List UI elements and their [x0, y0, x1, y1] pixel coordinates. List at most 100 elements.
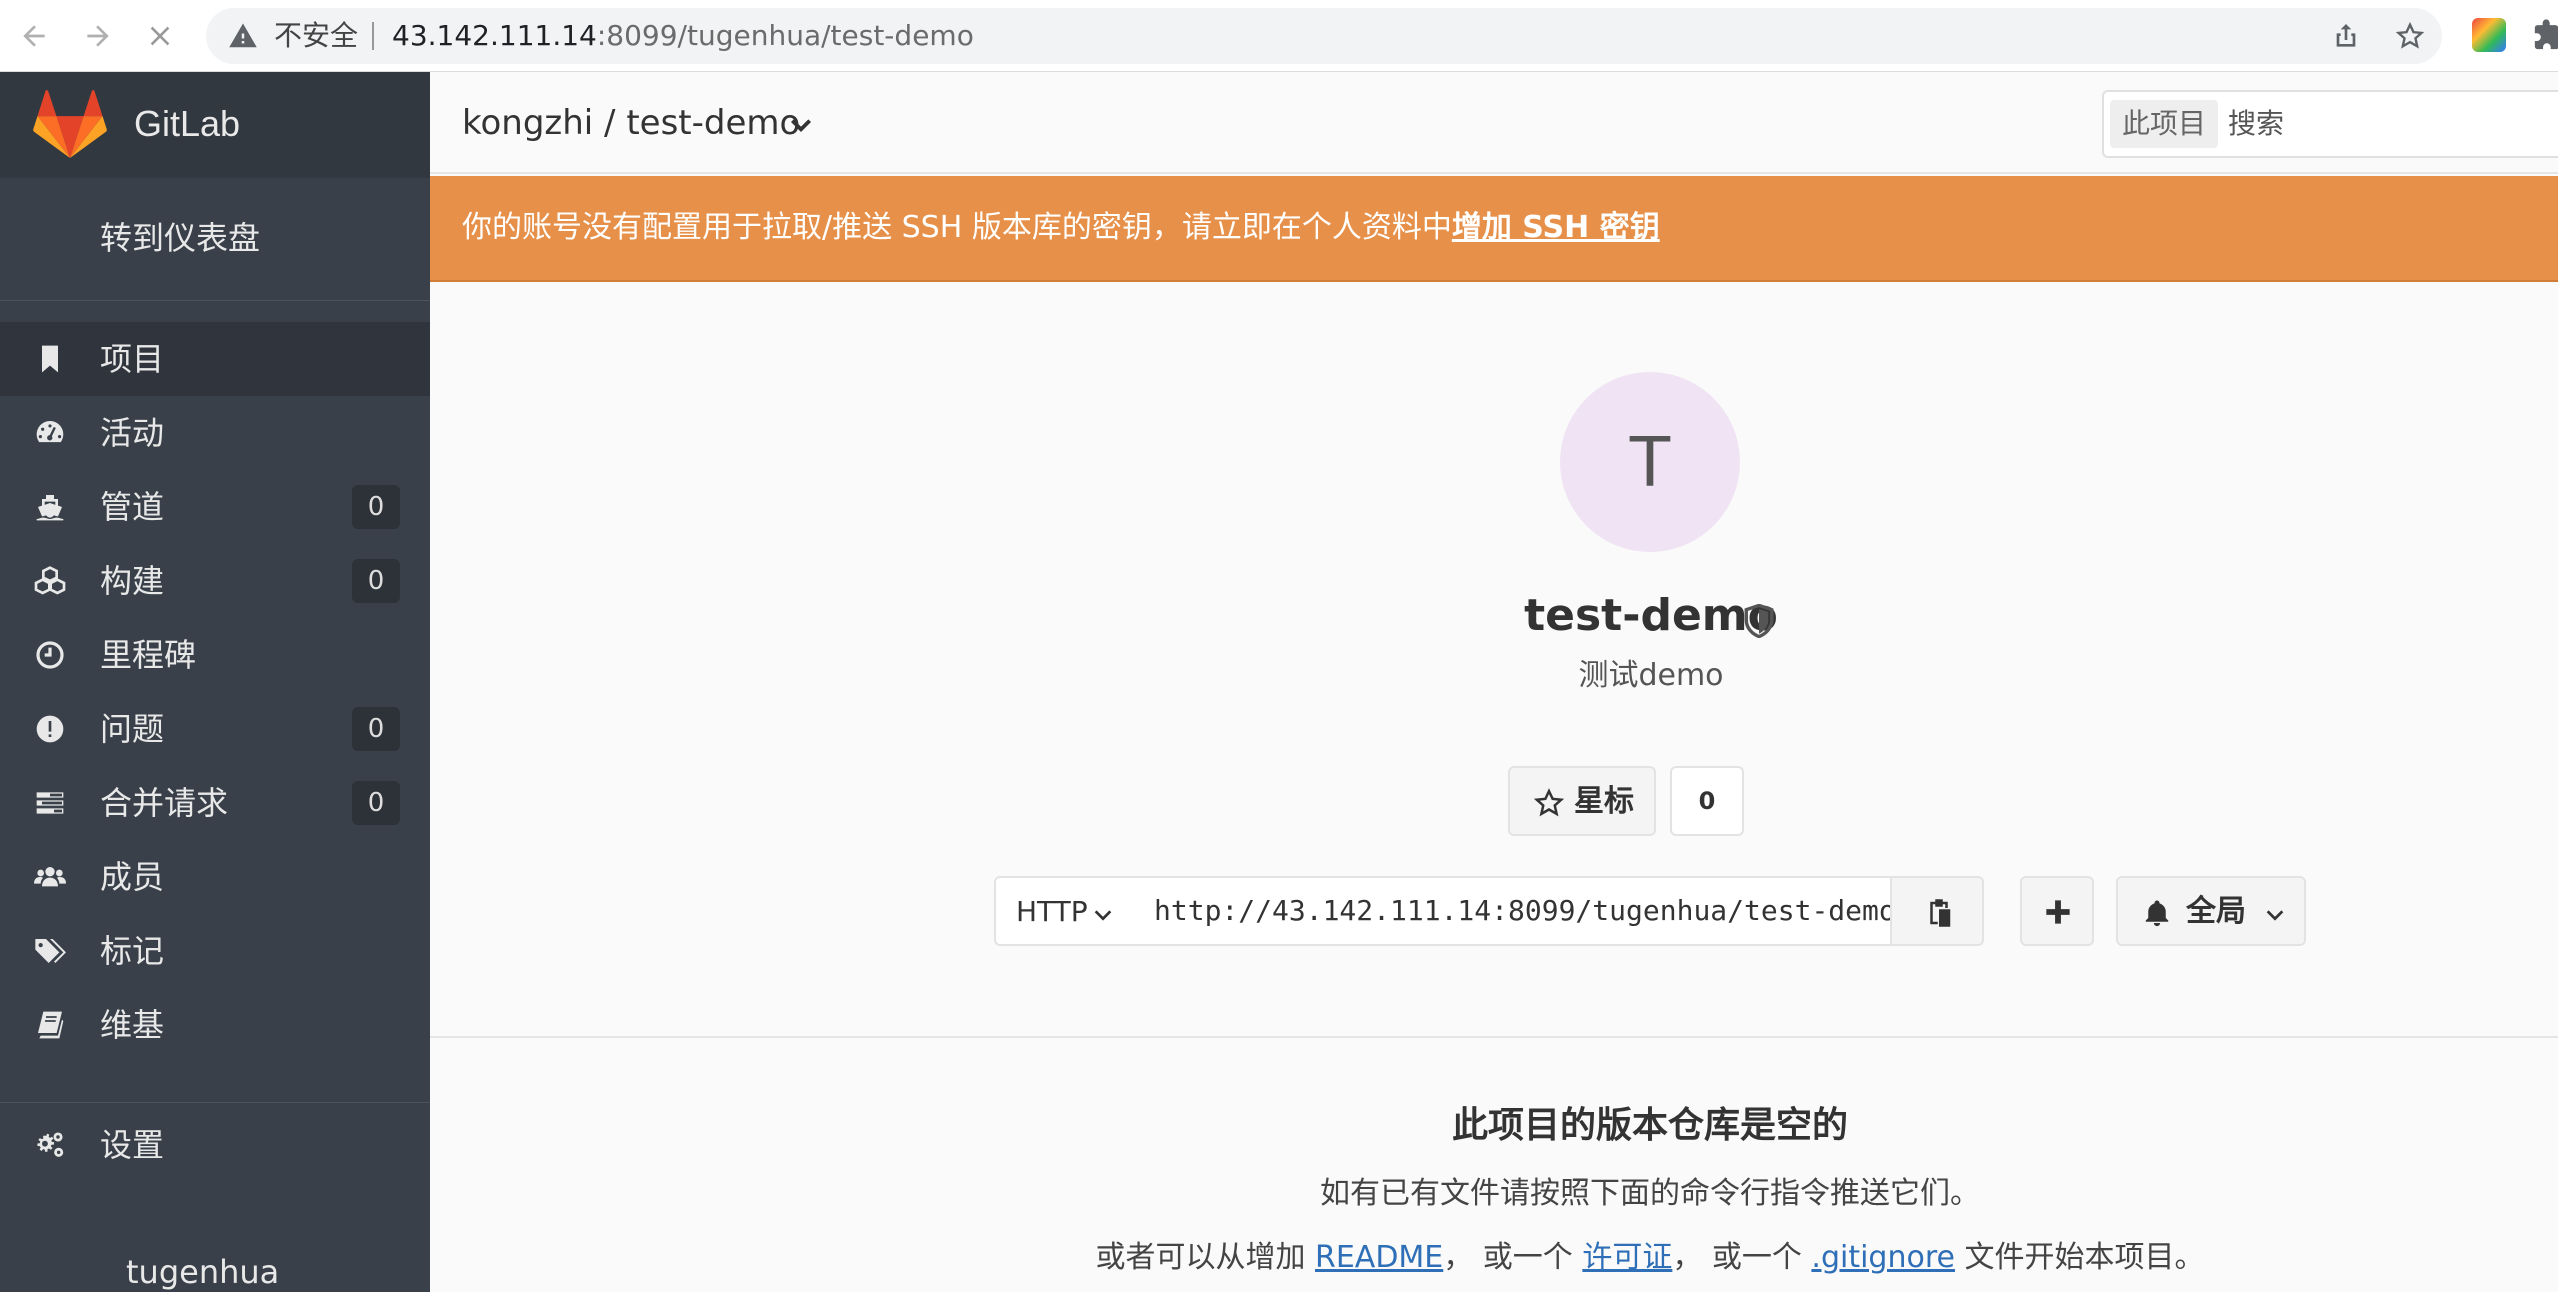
sidebar-item-pipelines[interactable]: 管道 0 — [0, 470, 430, 544]
plus-icon — [2046, 900, 2070, 924]
alert-message: 你的账号没有配置用于拉取/推送 SSH 版本库的密钥，请立即在个人资料中 — [462, 210, 1452, 245]
pipelines-count-badge: 0 — [352, 485, 400, 529]
notification-dropdown[interactable]: 全局 — [2116, 876, 2306, 946]
gitignore-link[interactable]: .gitignore — [1811, 1240, 1955, 1275]
search-input[interactable]: 此项目 搜索 — [2102, 90, 2558, 158]
sidebar-item-label: 设置 — [100, 1126, 165, 1164]
sidebar-item-label: 成员 — [100, 858, 165, 896]
sidebar-item-label: 项目 — [100, 340, 165, 378]
dashboard-icon — [36, 421, 64, 443]
sidebar-item-label: 维基 — [100, 1006, 165, 1044]
arrow-left-icon — [23, 25, 45, 47]
omnibox-separator — [372, 22, 374, 50]
shield-icon — [1744, 604, 1774, 638]
sidebar-item-label: 问题 — [100, 710, 165, 748]
book-icon — [38, 1011, 64, 1039]
brand-name: GitLab — [134, 103, 241, 144]
tasks-icon — [36, 792, 64, 814]
brand-header[interactable]: GitLab — [0, 72, 430, 178]
sidebar-item-label: 活动 — [100, 414, 165, 452]
bell-icon — [2145, 900, 2169, 927]
star-count[interactable]: 0 — [1670, 766, 1744, 836]
suggestion-prefix: 或者可以从增加 — [1095, 1240, 1315, 1275]
project-description: 测试demo — [1578, 658, 1724, 693]
forward-button[interactable] — [78, 16, 118, 56]
browser-toolbar: 不安全 43.142.111.14:8099/tugenhua/test-dem… — [0, 0, 2558, 72]
clone-protocol-dropdown[interactable]: HTTP — [994, 876, 1130, 946]
project-title: test-demo — [1524, 590, 1778, 641]
sidebar-username[interactable]: tugenhua — [126, 1252, 279, 1292]
sidebar-item-label: 标记 — [100, 932, 165, 970]
breadcrumb[interactable]: kongzhi / test-demo — [462, 102, 800, 144]
merge-requests-count-badge: 0 — [352, 781, 400, 825]
sidebar-item-projects[interactable]: 项目 — [0, 322, 430, 396]
gitlab-logo-icon — [33, 90, 107, 158]
bookmark-star-icon[interactable] — [2394, 20, 2426, 52]
readme-link[interactable]: README — [1315, 1240, 1443, 1275]
sidebar-item-settings[interactable]: 设置 — [0, 1108, 430, 1182]
clock-icon — [36, 641, 64, 669]
ssh-key-alert: 你的账号没有配置用于拉取/推送 SSH 版本库的密钥，请立即在个人资料中增加 S… — [430, 176, 2558, 282]
arrow-right-icon — [87, 25, 109, 47]
clipboard-icon — [1930, 899, 1951, 927]
sidebar-item-members[interactable]: 成员 — [0, 840, 430, 914]
empty-repo-instructions: 如有已有文件请按照下面的命令行指令推送它们。 — [1320, 1176, 1980, 1211]
back-button[interactable] — [14, 16, 54, 56]
sidebar-divider — [0, 300, 430, 301]
close-icon — [150, 26, 170, 46]
address-bar[interactable]: 不安全 43.142.111.14:8099/tugenhua/test-dem… — [206, 8, 2442, 64]
sidebar: GitLab 转到仪表盘 项目 活动 管道 0 构建 0 里程碑 问题 0 合并… — [0, 72, 430, 1292]
search-placeholder: 搜索 — [2228, 107, 2285, 140]
sidebar-item-label: 管道 — [100, 488, 165, 526]
project-header: kongzhi / test-demo 此项目 搜索 — [430, 72, 2558, 174]
license-link[interactable]: 许可证 — [1582, 1240, 1672, 1275]
suggestion-separator: ， 或一个 — [1672, 1240, 1812, 1275]
suggestion-suffix: 文件开始本项目。 — [1954, 1240, 2205, 1275]
sidebar-item-label: 里程碑 — [100, 636, 197, 674]
warning-icon — [229, 23, 257, 48]
sidebar-divider — [0, 1102, 430, 1103]
empty-repo-suggestions: 或者可以从增加 README， 或一个 许可证， 或一个 .gitignore … — [1000, 1238, 2300, 1278]
url-host: 43.142.111.14 — [392, 19, 597, 52]
content-divider — [430, 1036, 2558, 1038]
star-label: 星标 — [1574, 784, 1634, 819]
add-ssh-key-link[interactable]: 增加 SSH 密钥 — [1452, 210, 1660, 245]
ship-icon — [36, 495, 64, 521]
copy-url-button[interactable] — [1890, 876, 1984, 946]
add-file-button[interactable] — [2020, 876, 2094, 946]
star-icon — [1534, 788, 1564, 817]
sidebar-item-merge-requests[interactable]: 合并请求 0 — [0, 766, 430, 840]
sidebar-item-tags[interactable]: 标记 — [0, 914, 430, 988]
chevron-down-icon[interactable] — [788, 112, 814, 138]
sidebar-item-activity[interactable]: 活动 — [0, 396, 430, 470]
sidebar-item-wiki[interactable]: 维基 — [0, 988, 430, 1062]
sidebar-item-issues[interactable]: 问题 0 — [0, 692, 430, 766]
chevron-down-icon — [2266, 910, 2284, 921]
share-icon[interactable] — [2330, 20, 2362, 52]
builds-count-badge: 0 — [352, 559, 400, 603]
empty-repo-title: 此项目的版本仓库是空的 — [1451, 1105, 1848, 1146]
chevron-down-icon — [1094, 910, 1112, 921]
url-text[interactable]: 43.142.111.14:8099/tugenhua/test-demo — [392, 20, 974, 52]
cubes-icon — [34, 566, 66, 595]
sidebar-item-milestones[interactable]: 里程碑 — [0, 618, 430, 692]
exclamation-icon — [36, 715, 64, 743]
cogs-icon — [37, 1132, 64, 1157]
clone-url-input[interactable]: http://43.142.111.14:8099/tugenhua/test-… — [1128, 876, 1892, 946]
stop-loading-button[interactable] — [140, 16, 180, 56]
tags-icon — [35, 939, 66, 963]
url-path: :8099/tugenhua/test-demo — [596, 19, 974, 52]
suggestion-separator: ， 或一个 — [1443, 1240, 1583, 1275]
search-scope-label: 此项目 — [2110, 100, 2219, 148]
star-button[interactable]: 星标 — [1508, 766, 1656, 836]
puzzle-icon[interactable] — [2532, 18, 2558, 52]
sidebar-item-label: 合并请求 — [100, 784, 229, 822]
go-to-dashboard-link[interactable]: 转到仪表盘 — [100, 218, 260, 258]
extension-icon[interactable] — [2472, 18, 2506, 52]
sidebar-item-builds[interactable]: 构建 0 — [0, 544, 430, 618]
insecure-label: 不安全 — [274, 19, 359, 52]
alert-text: 你的账号没有配置用于拉取/推送 SSH 版本库的密钥，请立即在个人资料中增加 S… — [462, 208, 1660, 248]
notification-label: 全局 — [2186, 894, 2246, 929]
sidebar-item-label: 构建 — [100, 562, 165, 600]
project-avatar: T — [1560, 372, 1740, 552]
